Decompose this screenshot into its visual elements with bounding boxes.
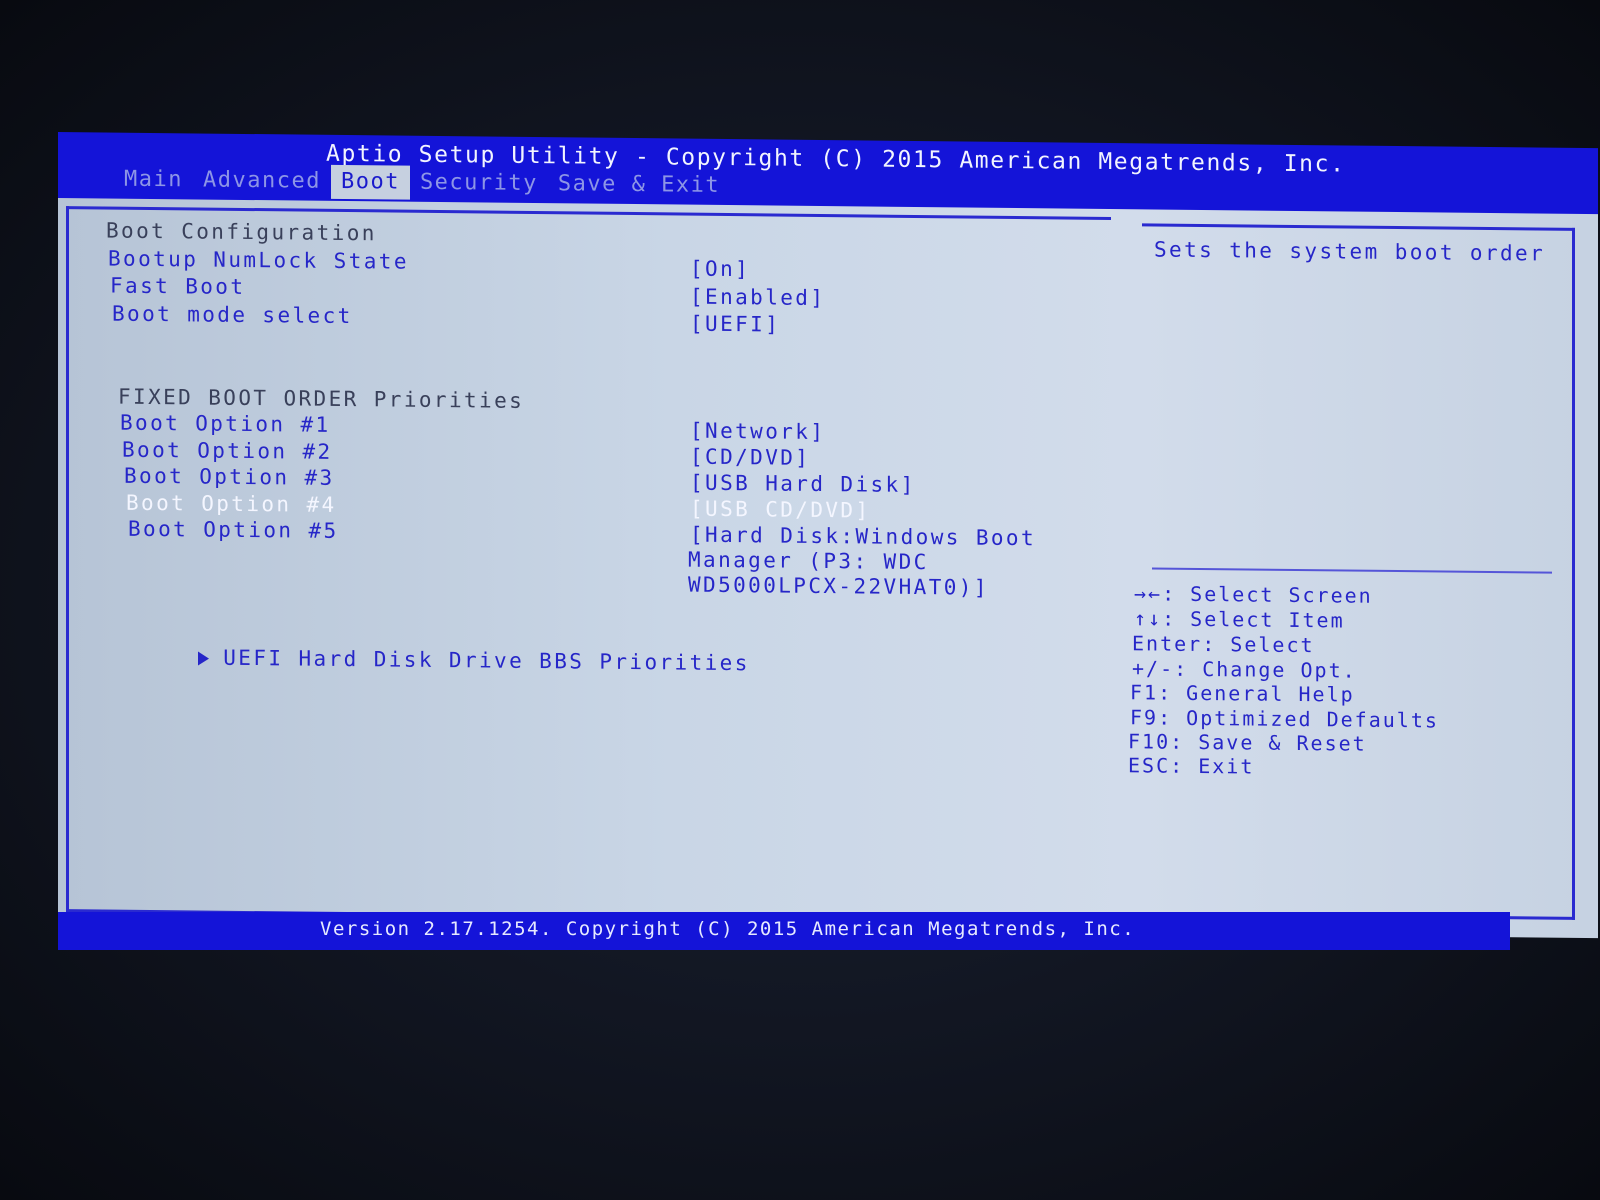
tab-boot[interactable]: Boot xyxy=(330,164,410,200)
tab-advanced[interactable]: Advanced xyxy=(193,163,331,198)
boot-option-2-label[interactable]: Boot Option #2 xyxy=(122,438,333,464)
tab-bar: Main Advanced Boot Security Save & Exit xyxy=(114,163,730,203)
tab-save-exit[interactable]: Save & Exit xyxy=(548,167,730,203)
boot-option-3-value[interactable]: [USB Hard Disk] xyxy=(690,471,916,497)
footer-version: Version 2.17.1254. Copyright (C) 2015 Am… xyxy=(320,918,1136,940)
footer-bar: Version 2.17.1254. Copyright (C) 2015 Am… xyxy=(58,912,1510,950)
help-key-f10: F10: Save & Reset xyxy=(1128,729,1367,756)
boot-option-4-value[interactable]: [USB CD/DVD] xyxy=(690,497,871,523)
boot-option-1-value[interactable]: [Network] xyxy=(690,419,825,444)
bios-screen: Aptio Setup Utility - Copyright (C) 2015… xyxy=(58,132,1598,968)
boot-option-5-value-line-2[interactable]: Manager (P3: WDC xyxy=(688,548,929,575)
boot-option-5-value-line-1[interactable]: [Hard Disk:Windows Boot xyxy=(690,523,1036,551)
help-key-f1: F1: General Help xyxy=(1130,680,1355,707)
boot-option-2-value[interactable]: [CD/DVD] xyxy=(690,445,810,470)
setting-value-numlock[interactable]: [On] xyxy=(690,257,750,282)
setting-label-boot-mode[interactable]: Boot mode select xyxy=(112,302,353,329)
boot-option-5-label[interactable]: Boot Option #5 xyxy=(128,517,339,543)
submenu-uefi-bbs-priorities[interactable]: UEFI Hard Disk Drive BBS Priorities xyxy=(108,621,750,700)
help-key-esc: ESC: Exit xyxy=(1128,753,1255,779)
help-key-enter: Enter: Select xyxy=(1132,631,1315,658)
help-key-change-opt: +/-: Change Opt. xyxy=(1132,656,1357,683)
boot-option-5-value-line-3[interactable]: WD5000LPCX-22VHAT0)] xyxy=(688,573,989,600)
help-key-f9: F9: Optimized Defaults xyxy=(1130,705,1439,733)
triangle-right-icon xyxy=(198,651,210,666)
settings-body: Boot Configuration Bootup NumLock State … xyxy=(58,198,1598,939)
boot-option-1-label[interactable]: Boot Option #1 xyxy=(120,411,331,437)
section-header-boot-order: FIXED BOOT ORDER Priorities xyxy=(118,384,525,413)
tab-main[interactable]: Main xyxy=(114,163,193,198)
help-description: Sets the system boot order xyxy=(1154,237,1546,266)
setting-label-fast-boot[interactable]: Fast Boot xyxy=(110,274,245,299)
section-header-boot-config: Boot Configuration xyxy=(106,218,377,246)
setting-label-numlock[interactable]: Bootup NumLock State xyxy=(108,247,409,274)
boot-option-4-label[interactable]: Boot Option #4 xyxy=(126,491,337,517)
setting-value-boot-mode[interactable]: [UEFI] xyxy=(690,312,780,337)
submenu-label: UEFI Hard Disk Drive BBS Priorities xyxy=(223,645,750,676)
help-key-select-screen: →←: Select Screen xyxy=(1134,581,1373,608)
help-key-select-item: ↑↓: Select Item xyxy=(1134,606,1345,633)
boot-option-3-label[interactable]: Boot Option #3 xyxy=(124,464,335,490)
setting-value-fast-boot[interactable]: [Enabled] xyxy=(690,285,825,310)
tab-security[interactable]: Security xyxy=(410,166,548,201)
